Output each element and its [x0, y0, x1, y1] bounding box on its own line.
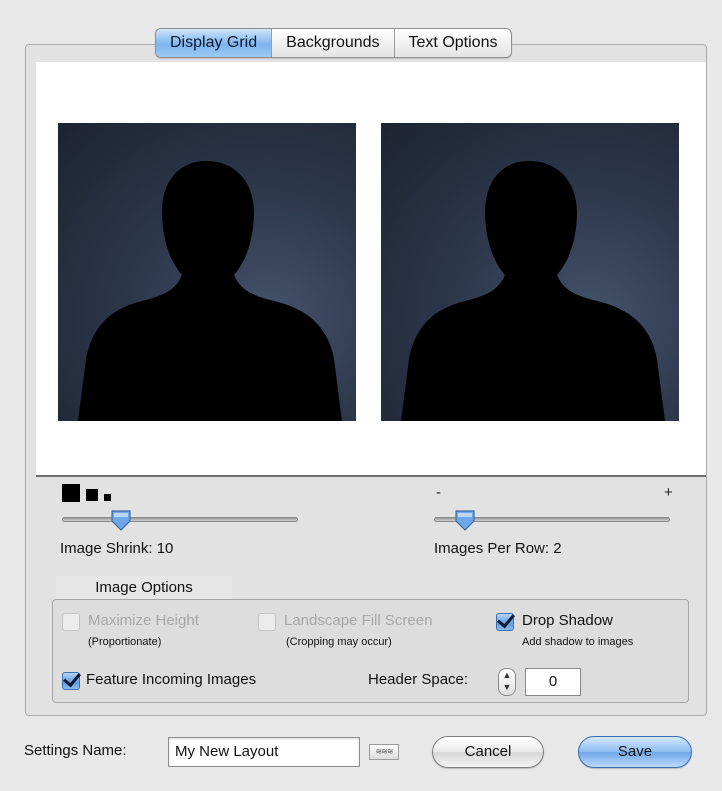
header-space-stepper[interactable]: ▲ ▼: [498, 668, 516, 696]
settings-sheet: Display Grid Backgrounds Text Options Im…: [0, 0, 722, 791]
landscape-fill-sublabel: (Cropping may occur): [286, 636, 392, 648]
preview-image: [58, 123, 356, 421]
person-silhouette-icon: [78, 161, 342, 421]
save-button[interactable]: Save: [578, 736, 692, 768]
grid-preview: [36, 62, 706, 477]
maximize-height-label: Maximize Height: [88, 612, 199, 629]
tab-display-grid[interactable]: Display Grid: [156, 29, 273, 57]
drop-shadow-label: Drop Shadow: [522, 612, 613, 629]
cancel-button[interactable]: Cancel: [432, 736, 544, 768]
preview-image: [381, 123, 679, 421]
drop-shadow-checkbox[interactable]: [496, 613, 514, 631]
feature-incoming-label: Feature Incoming Images: [86, 671, 257, 688]
person-silhouette-icon: [401, 161, 665, 421]
tab-text-options[interactable]: Text Options: [395, 29, 512, 57]
landscape-fill-label: Landscape Fill Screen: [284, 612, 433, 629]
image-shrink-label: Image Shrink: 10: [60, 540, 174, 557]
images-per-row-slider-knob[interactable]: [454, 509, 476, 531]
per-row-max-label: +: [664, 484, 673, 501]
drop-shadow-sublabel: Add shadow to images: [522, 636, 634, 648]
images-per-row-label: Images Per Row: 2: [434, 540, 562, 557]
header-space-field[interactable]: 0: [525, 668, 581, 696]
settings-name-label: Settings Name:: [24, 742, 127, 759]
header-space-label: Header Space:: [368, 671, 469, 688]
feature-incoming-checkbox[interactable]: [62, 672, 80, 690]
image-shrink-slider-track[interactable]: [62, 517, 298, 522]
resize-grip-icon[interactable]: ≋≋≋: [369, 744, 399, 760]
image-shrink-slider-knob[interactable]: [110, 509, 132, 531]
landscape-fill-checkbox[interactable]: [258, 613, 276, 631]
tab-backgrounds[interactable]: Backgrounds: [272, 29, 395, 57]
maximize-height-checkbox[interactable]: [62, 613, 80, 631]
maximize-height-sublabel: (Proportionate): [88, 636, 162, 648]
per-row-min-label: -: [436, 484, 441, 501]
settings-name-field[interactable]: My New Layout: [168, 737, 360, 767]
image-options-title: Image Options: [56, 576, 232, 600]
tab-bar: Display Grid Backgrounds Text Options: [155, 28, 513, 58]
